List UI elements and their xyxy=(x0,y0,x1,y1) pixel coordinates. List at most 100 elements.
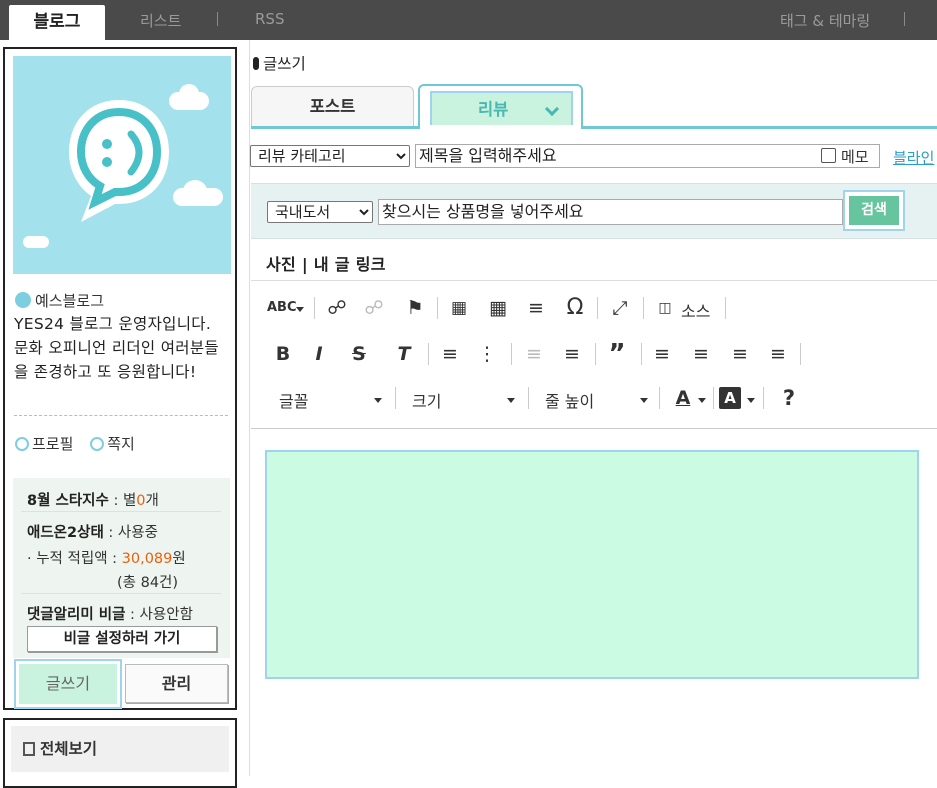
caret-down-icon xyxy=(640,398,648,403)
profile-panel: 예스블로그 YES24 블로그 운영자입니다. 문화 오피니언 리더인 여러분들… xyxy=(3,47,237,710)
blog-description: YES24 블로그 운영자입니다. 문화 오피니언 리더인 여러분들을 존경하고… xyxy=(14,315,219,381)
line-height-select[interactable]: 줄 높이 xyxy=(545,388,594,412)
toolbar-separator xyxy=(763,387,764,409)
justify-icon[interactable]: ≡ xyxy=(764,341,792,367)
special-char-icon[interactable]: Ω xyxy=(561,295,589,321)
strikethrough-icon[interactable]: S xyxy=(345,341,373,367)
source-icon[interactable]: ◫ xyxy=(651,295,679,321)
manage-button[interactable]: 관리 xyxy=(125,664,228,703)
stars-count: 0 xyxy=(136,493,146,509)
profile-links: 프로필 쪽지 xyxy=(15,433,135,454)
toolbar-separator xyxy=(314,297,315,319)
points-count: (총 84건) xyxy=(117,575,179,591)
title-input[interactable]: 제목을 입력해주세요 xyxy=(415,144,880,168)
bullet-list-icon[interactable]: ⋮ xyxy=(473,341,501,367)
tab-post[interactable]: 포스트 xyxy=(251,86,414,127)
divider xyxy=(21,511,221,512)
points-label: 누적 적립액 : xyxy=(36,551,118,567)
search-button[interactable]: 검색 xyxy=(843,190,905,231)
cloud-shape xyxy=(183,180,207,202)
chat-bubble-icon xyxy=(69,100,169,222)
stars-label: 8월 스타지수 xyxy=(27,493,109,509)
unlink-icon[interactable]: ☍ xyxy=(360,295,388,321)
tab-gap xyxy=(420,125,581,130)
editor-area[interactable] xyxy=(265,450,919,679)
nav-list[interactable]: 리스트 xyxy=(140,10,181,31)
toolbar-separator xyxy=(428,343,429,365)
blockquote-icon[interactable]: ” xyxy=(603,341,631,367)
write-button-label: 글쓰기 xyxy=(19,664,117,704)
addon-value: 사용중 xyxy=(117,525,158,541)
font-select[interactable]: 글꼴 xyxy=(279,388,308,412)
nav-rss[interactable]: RSS xyxy=(255,10,284,28)
nav-tags-theme[interactable]: 태그 & 테마링 xyxy=(780,10,870,31)
size-select[interactable]: 크기 xyxy=(412,388,441,412)
tab-review-label-box: 리뷰 xyxy=(430,91,573,128)
profile-image xyxy=(13,56,231,274)
clear-format-icon[interactable]: T xyxy=(390,341,418,367)
write-button[interactable]: 글쓰기 xyxy=(14,659,122,709)
document-icon xyxy=(23,742,35,756)
page-title-label: 글쓰기 xyxy=(263,55,306,73)
tab-underline xyxy=(251,126,937,129)
blog-name[interactable]: 예스블로그 xyxy=(15,290,104,311)
outdent-icon[interactable]: ≡ xyxy=(520,341,548,367)
stars-suffix: 개 xyxy=(145,493,159,509)
text-color-icon[interactable]: A xyxy=(669,385,697,411)
pencil-icon xyxy=(253,57,259,70)
points-row: · 누적 적립액 : 30,089원 xyxy=(27,551,186,567)
table-icon[interactable]: ▦ xyxy=(484,295,512,321)
cloud-shape xyxy=(179,84,199,104)
bold-icon[interactable]: B xyxy=(269,341,297,367)
comment-alarm-label: 댓글알리미 비글 xyxy=(27,607,126,623)
italic-icon[interactable]: I xyxy=(305,341,333,367)
link-icon[interactable]: ☍ xyxy=(323,295,351,321)
blog-link[interactable]: 블라인 xyxy=(893,147,934,168)
view-all-link[interactable]: 전체보기 xyxy=(11,726,229,772)
message-link[interactable]: 쪽지 xyxy=(90,435,135,453)
search-button-label: 검색 xyxy=(849,196,899,225)
flag-icon[interactable]: ⚑ xyxy=(401,295,429,321)
secret-settings-button[interactable]: 비글 설정하러 가기 xyxy=(27,626,217,652)
blog-face-icon xyxy=(15,292,31,308)
indent-icon[interactable]: ≡ xyxy=(558,341,586,367)
toolbar-separator xyxy=(800,343,801,365)
caret-down-icon xyxy=(747,398,755,403)
align-center-icon[interactable]: ≡ xyxy=(687,341,715,367)
comment-alarm-value: 사용안함 xyxy=(139,607,193,623)
background-color-icon[interactable]: A xyxy=(719,387,741,409)
divider xyxy=(21,593,221,594)
tab-review[interactable]: 리뷰 xyxy=(418,84,583,129)
toolbar-separator xyxy=(437,297,438,319)
view-all-panel: 전체보기 xyxy=(3,718,237,788)
fullscreen-icon[interactable]: ⤢ xyxy=(606,295,634,321)
toolbar-separator xyxy=(643,297,644,319)
caret-down-icon xyxy=(296,307,304,312)
ordered-list-icon[interactable]: ≡ xyxy=(436,341,464,367)
product-search-input[interactable]: 찾으시는 상품명을 넣어주세요 xyxy=(378,199,843,225)
extra-links[interactable]: 사진 | 내 글 링크 xyxy=(266,251,386,275)
toolbar-separator xyxy=(659,387,660,409)
spellcheck-icon[interactable]: ABC xyxy=(267,295,297,321)
toolbar-separator xyxy=(395,387,396,409)
toolbar-separator xyxy=(725,297,726,319)
image-icon[interactable]: ▦ xyxy=(445,295,473,321)
toolbar-separator xyxy=(511,343,512,365)
profile-link[interactable]: 프로필 xyxy=(15,435,73,453)
comment-alarm-row: 댓글알리미 비글 : 사용안함 xyxy=(27,607,193,623)
addon-label: 애드온2상태 xyxy=(27,525,104,541)
points-value: 30,089 xyxy=(121,551,173,567)
message-link-label: 쪽지 xyxy=(107,435,135,453)
align-left-icon[interactable]: ≡ xyxy=(648,341,676,367)
memo-checkbox[interactable] xyxy=(821,148,836,163)
source-label[interactable]: 소스 xyxy=(681,298,710,322)
product-category-select[interactable]: 국내도서 xyxy=(267,201,373,223)
tab-blog[interactable]: 블로그 xyxy=(9,5,105,40)
addon-row: 애드온2상태 : 사용중 xyxy=(27,525,158,541)
review-category-select[interactable]: 리뷰 카테고리 xyxy=(250,145,410,167)
horizontal-line-icon[interactable]: ≡ xyxy=(522,295,550,321)
align-right-icon[interactable]: ≡ xyxy=(726,341,754,367)
page-title: 글쓰기 xyxy=(253,52,306,74)
view-all-label: 전체보기 xyxy=(40,740,98,758)
help-icon[interactable]: ? xyxy=(775,385,803,411)
